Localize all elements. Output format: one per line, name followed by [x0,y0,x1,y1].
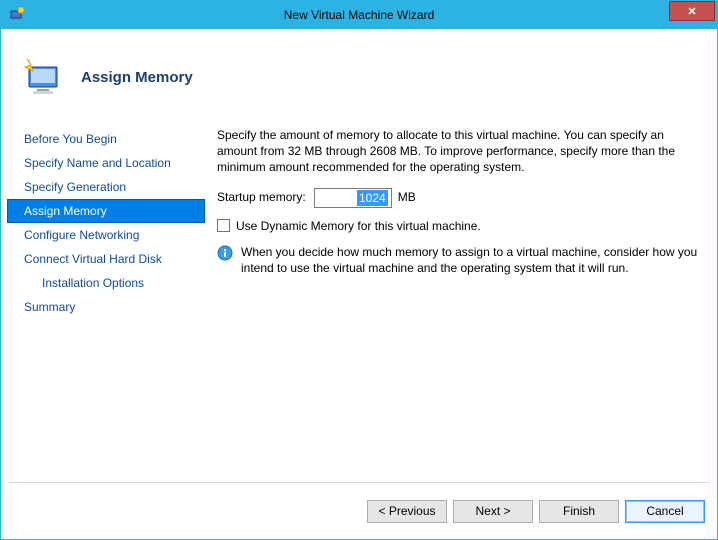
next-button[interactable]: Next > [453,500,533,523]
nav-summary[interactable]: Summary [7,295,205,319]
info-row: When you decide how much memory to assig… [217,244,701,276]
nav-specify-name-location[interactable]: Specify Name and Location [7,151,205,175]
finish-button[interactable]: Finish [539,500,619,523]
nav-specify-generation[interactable]: Specify Generation [7,175,205,199]
close-button[interactable]: ✕ [669,1,715,21]
app-icon [9,7,25,23]
wizard-footer: < Previous Next > Finish Cancel [1,483,717,539]
nav-before-you-begin[interactable]: Before You Begin [7,127,205,151]
startup-memory-row: Startup memory: 1024 MB [217,188,701,208]
startup-memory-input[interactable] [314,188,392,208]
nav-assign-memory[interactable]: Assign Memory [7,199,205,223]
memory-description: Specify the amount of memory to allocate… [217,127,701,176]
wizard-content: Specify the amount of memory to allocate… [205,115,711,478]
startup-memory-label: Startup memory: [217,189,306,205]
wizard-nav: Before You Begin Specify Name and Locati… [7,115,205,478]
nav-installation-options[interactable]: Installation Options [7,271,205,295]
window-title: New Virtual Machine Wizard [1,8,717,22]
previous-button[interactable]: < Previous [367,500,447,523]
nav-connect-vhd[interactable]: Connect Virtual Hard Disk [7,247,205,271]
wizard-header: Assign Memory [1,29,717,115]
startup-memory-field-wrap: 1024 [314,188,392,208]
startup-memory-unit: MB [398,189,416,205]
wizard-body: Before You Begin Specify Name and Locati… [1,115,717,478]
info-icon [217,245,233,261]
close-icon: ✕ [687,5,696,18]
titlebar: New Virtual Machine Wizard ✕ [1,1,717,29]
page-title: Assign Memory [81,69,193,86]
dynamic-memory-checkbox[interactable] [217,219,230,232]
wizard-header-icon [19,53,67,101]
dynamic-memory-label: Use Dynamic Memory for this virtual mach… [236,218,481,234]
info-text: When you decide how much memory to assig… [241,244,701,276]
nav-configure-networking[interactable]: Configure Networking [7,223,205,247]
cancel-button[interactable]: Cancel [625,500,705,523]
dynamic-memory-row[interactable]: Use Dynamic Memory for this virtual mach… [217,218,701,234]
wizard-window: New Virtual Machine Wizard ✕ Assign Memo… [0,0,718,540]
